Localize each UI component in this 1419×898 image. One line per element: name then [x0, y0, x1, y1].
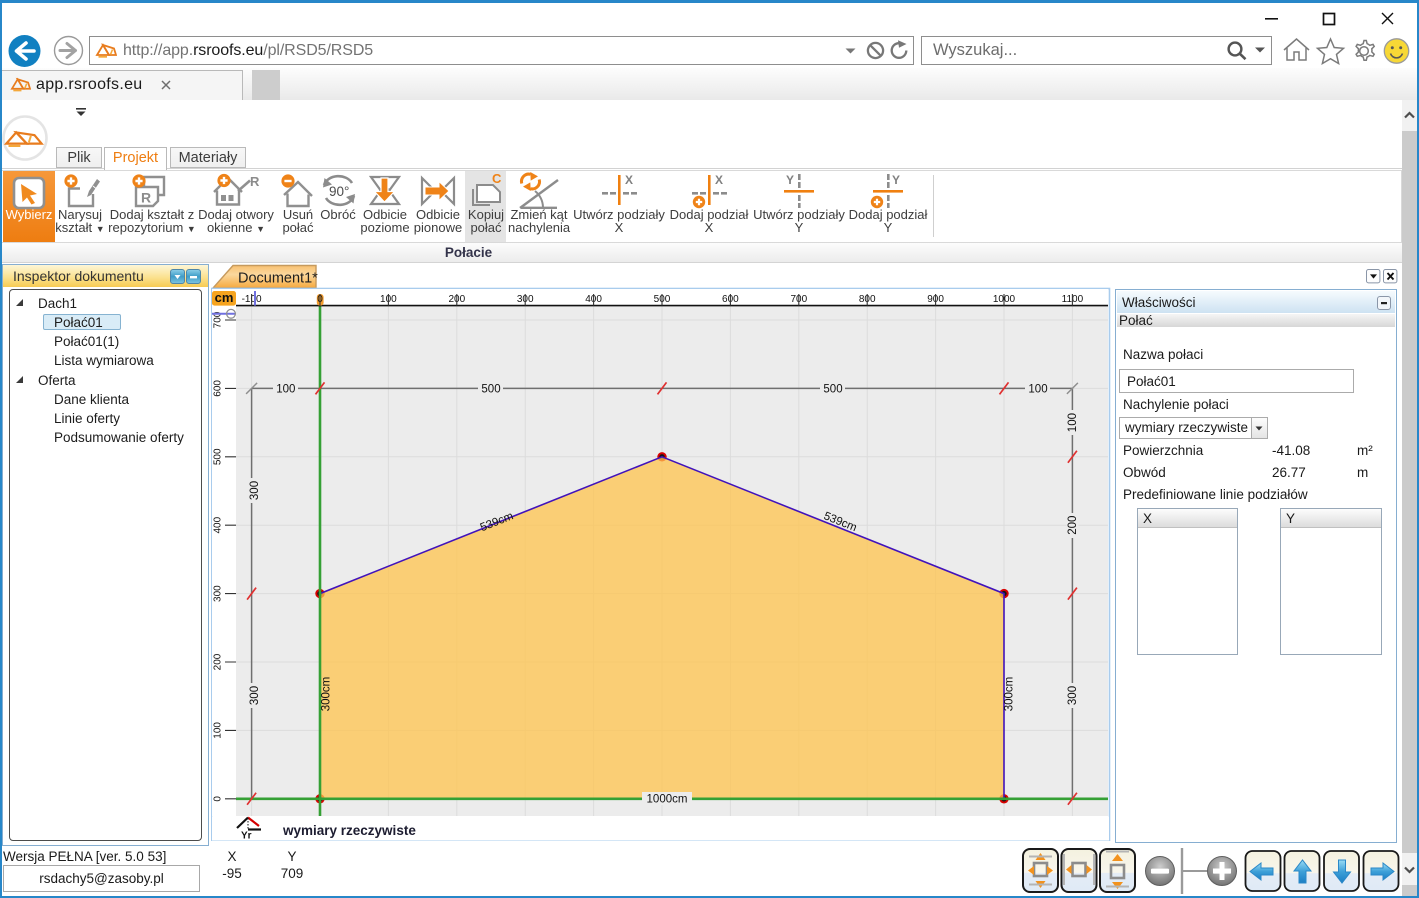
- svg-text:300: 300: [213, 585, 224, 602]
- svg-text:X: X: [715, 173, 723, 187]
- svg-text:Yr: Yr: [241, 831, 252, 842]
- svg-text:300: 300: [249, 481, 261, 500]
- svg-text:100: 100: [1028, 383, 1047, 395]
- svg-text:R: R: [250, 174, 260, 189]
- svg-text:R: R: [141, 190, 151, 206]
- svg-text:90°: 90°: [329, 184, 349, 199]
- svg-text:500: 500: [823, 383, 842, 395]
- svg-text:X: X: [625, 173, 633, 187]
- svg-text:0: 0: [213, 796, 224, 802]
- svg-text:Document1*: Document1*: [238, 271, 318, 287]
- svg-text:Y: Y: [892, 173, 900, 187]
- svg-text:200: 200: [1067, 516, 1079, 535]
- svg-text:500: 500: [481, 383, 500, 395]
- svg-text:500: 500: [213, 448, 224, 465]
- svg-text:300: 300: [249, 686, 261, 705]
- svg-text:1000cm: 1000cm: [647, 794, 688, 806]
- svg-text:600: 600: [213, 380, 224, 397]
- svg-text:400: 400: [213, 516, 224, 533]
- svg-text:300cm: 300cm: [1004, 677, 1016, 712]
- svg-text:C: C: [492, 173, 502, 186]
- svg-text:300: 300: [1067, 686, 1079, 705]
- svg-text:cm: cm: [215, 290, 234, 305]
- svg-text:200: 200: [213, 653, 224, 670]
- svg-text:wymiary rzeczywiste: wymiary rzeczywiste: [282, 823, 416, 838]
- svg-text:100: 100: [276, 383, 295, 395]
- svg-text:100: 100: [1067, 413, 1079, 432]
- svg-text:Y: Y: [786, 173, 794, 187]
- svg-text:300cm: 300cm: [321, 677, 333, 712]
- svg-text:100: 100: [213, 722, 224, 739]
